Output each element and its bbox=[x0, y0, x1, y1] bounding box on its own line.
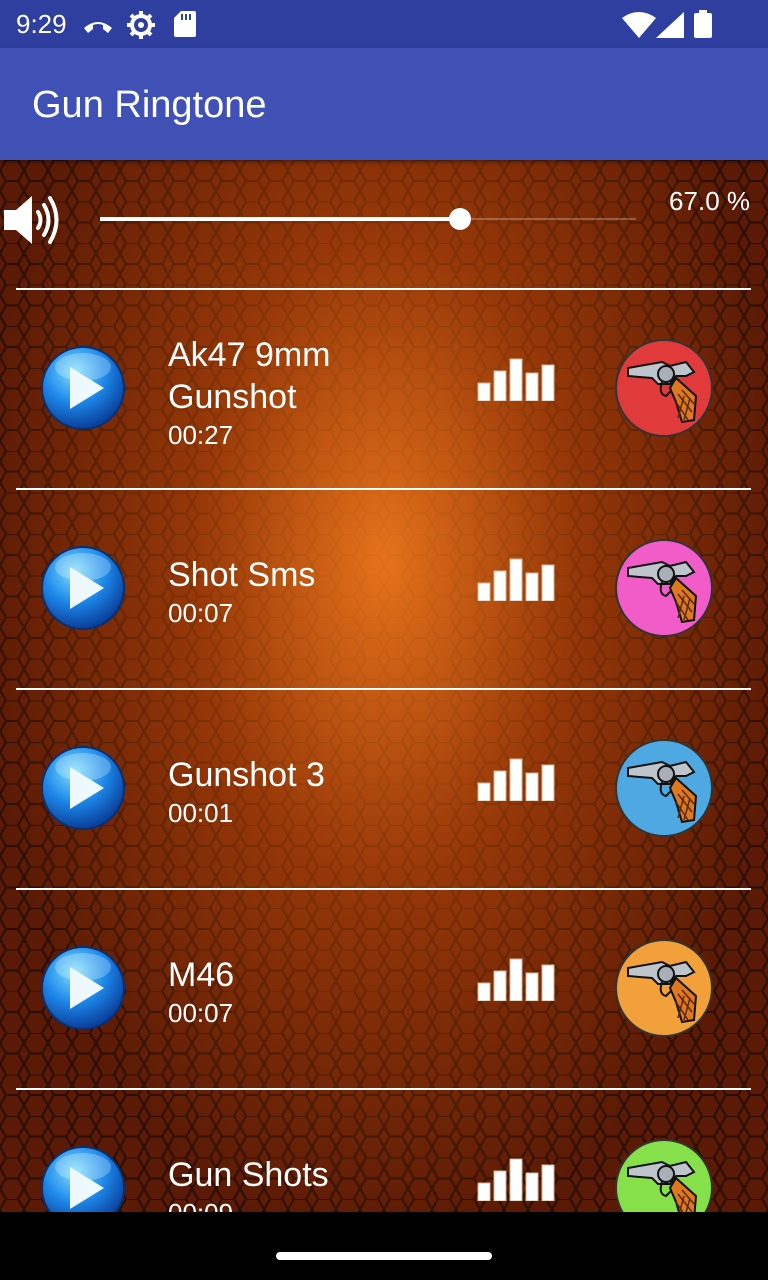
volume-percent: 67.0 % bbox=[669, 186, 750, 216]
set-ringtone-bars-icon[interactable] bbox=[476, 955, 558, 1001]
divider bbox=[16, 1088, 751, 1090]
status-time: 9:29 bbox=[16, 9, 67, 39]
ringtone-duration: 00:27 bbox=[168, 420, 234, 450]
sd-card-icon bbox=[174, 11, 196, 37]
play-icon[interactable] bbox=[40, 545, 126, 631]
play-icon[interactable] bbox=[40, 1145, 126, 1212]
status-bar: 9:29 bbox=[0, 0, 768, 48]
divider bbox=[16, 688, 751, 690]
divider bbox=[16, 888, 751, 890]
set-ringtone-bars-icon[interactable] bbox=[476, 1155, 558, 1201]
revolver-icon[interactable] bbox=[614, 1138, 714, 1212]
wifi-icon bbox=[622, 12, 656, 38]
settings-gear-icon bbox=[127, 11, 155, 39]
set-ringtone-bars-icon[interactable] bbox=[476, 555, 558, 601]
divider bbox=[16, 488, 751, 490]
ringtone-duration: 00:07 bbox=[168, 598, 234, 628]
revolver-icon[interactable] bbox=[614, 938, 714, 1038]
ringtone-title: Ak47 9mm Gunshot bbox=[168, 336, 331, 416]
ringtone-title: Shot Sms bbox=[168, 556, 316, 594]
revolver-icon[interactable] bbox=[614, 538, 714, 638]
app-title: Gun Ringtone bbox=[32, 84, 267, 126]
speaker-volume-icon[interactable] bbox=[2, 190, 60, 250]
ringtone-title: Gunshot 3 bbox=[168, 756, 325, 794]
revolver-icon[interactable] bbox=[614, 738, 714, 838]
navigation-bar bbox=[0, 1212, 768, 1280]
ringtone-duration: 00:01 bbox=[168, 798, 234, 828]
ringtone-duration: 00:09 bbox=[168, 1198, 233, 1212]
set-ringtone-bars-icon[interactable] bbox=[476, 355, 558, 401]
ringtone-row[interactable]: M46 00:07 bbox=[0, 890, 768, 1090]
ringtone-duration: 00:07 bbox=[168, 998, 234, 1028]
revolver-icon[interactable] bbox=[614, 338, 714, 438]
play-icon[interactable] bbox=[40, 945, 126, 1031]
ringtone-title: M46 bbox=[168, 956, 235, 994]
home-gesture-handle[interactable] bbox=[276, 1252, 492, 1260]
play-icon[interactable] bbox=[40, 345, 126, 431]
ringtone-row[interactable]: Gun Shots 00:09 bbox=[0, 1090, 768, 1212]
missed-call-icon bbox=[84, 22, 112, 33]
ringtone-row[interactable]: Shot Sms 00:07 bbox=[0, 490, 768, 690]
app-bar: Gun Ringtone bbox=[0, 48, 768, 160]
cell-signal-icon bbox=[656, 12, 684, 38]
ringtone-row[interactable]: Gunshot 3 00:01 bbox=[0, 690, 768, 890]
battery-icon bbox=[694, 10, 712, 38]
ringtone-title: Gun Shots bbox=[168, 1156, 329, 1194]
volume-slider[interactable] bbox=[100, 208, 636, 230]
play-icon[interactable] bbox=[40, 745, 126, 831]
volume-slider-fill bbox=[100, 217, 462, 221]
ringtone-row[interactable]: Ak47 9mm Gunshot 00:27 bbox=[0, 290, 768, 490]
ringtone-content: 67.0 % Ak47 9mm Gunshot 00:27 Shot Sms 0… bbox=[0, 160, 768, 1212]
volume-slider-thumb[interactable] bbox=[449, 208, 471, 230]
set-ringtone-bars-icon[interactable] bbox=[476, 755, 558, 801]
